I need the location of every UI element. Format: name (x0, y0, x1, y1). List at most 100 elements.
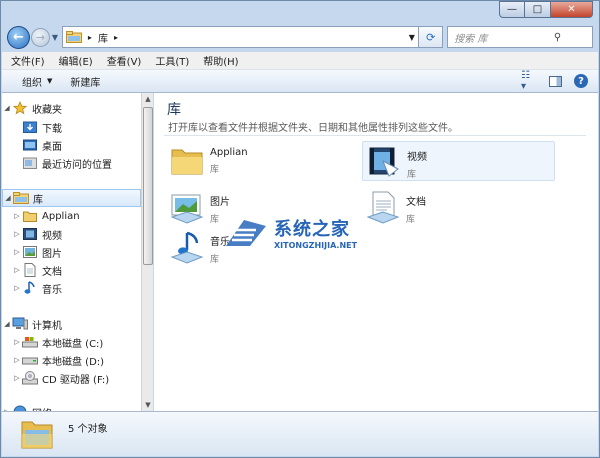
expand-arrow-icon[interactable]: ◢ (2, 104, 12, 112)
tree-item-drive-c[interactable]: ▷ 本地磁盘 (C:) (2, 333, 141, 351)
back-button[interactable]: ← (7, 25, 30, 49)
scroll-down-icon[interactable]: ▼ (142, 399, 154, 411)
tree-label: 收藏夹 (32, 104, 62, 116)
search-input[interactable]: 搜索 库 (454, 30, 523, 45)
tree-computer[interactable]: ◢ 计算机 (2, 315, 141, 333)
folder-icon (22, 209, 38, 223)
tree-network[interactable]: ▷ 网络 (2, 403, 141, 411)
minimize-button[interactable]: — (499, 1, 525, 18)
address-bar[interactable]: ▸ 库 ▸ ▼ (61, 26, 420, 48)
organize-button[interactable]: 组织 ▼ (22, 74, 52, 89)
system-drive-icon (22, 335, 38, 349)
library-type: 库 (406, 215, 416, 225)
tree-libraries[interactable]: ◢ 库 (2, 189, 141, 207)
maximize-button[interactable]: □ (525, 1, 551, 18)
tree-item-applian[interactable]: ▷ Applian (2, 207, 141, 225)
collapsed-arrow-icon[interactable]: ▷ (12, 356, 22, 364)
tree-label: 下载 (42, 123, 62, 135)
change-view-icon[interactable]: ☷ ▾ (521, 70, 537, 92)
collapsed-arrow-icon[interactable]: ▷ (12, 266, 22, 274)
computer-icon (12, 317, 28, 331)
tree-label: 本地磁盘 (C:) (42, 338, 104, 350)
caption-buttons: — □ ✕ (499, 1, 593, 18)
watermark: 系统之家 XITONGZHIJIA.NET (222, 215, 357, 250)
tree-item-drive-d[interactable]: ▷ 本地磁盘 (D:) (2, 351, 141, 369)
scrollbar-thumb[interactable] (143, 107, 153, 265)
item-count: 5 个对象 (68, 424, 108, 435)
collapsed-arrow-icon[interactable]: ▷ (12, 230, 22, 238)
tree-item-drive-f[interactable]: ▷ CD 驱动器 (F:) (2, 369, 141, 387)
tree-label: 本地磁盘 (D:) (42, 356, 105, 368)
hard-drive-icon (22, 353, 38, 367)
scroll-up-icon[interactable]: ▲ (142, 93, 154, 105)
command-bar: 组织 ▼ 新建库 ☷ ▾ ? (2, 70, 598, 93)
chevron-down-icon: ▼ (47, 77, 53, 85)
menu-help[interactable]: 帮助(H) (203, 53, 238, 68)
desktop-icon (22, 138, 38, 152)
library-type: 库 (210, 165, 220, 175)
picture-library-icon (170, 194, 204, 224)
menu-view[interactable]: 查看(V) (107, 53, 142, 68)
tree-item-pictures[interactable]: ▷ 图片 (2, 243, 141, 261)
music-icon (22, 281, 38, 295)
collapsed-arrow-icon[interactable]: ▷ (12, 248, 22, 256)
breadcrumb-library[interactable]: 库 (98, 30, 108, 45)
watermark-logo-icon (226, 219, 266, 246)
close-button[interactable]: ✕ (551, 1, 593, 18)
new-library-label: 新建库 (70, 77, 101, 89)
organize-label: 组织 (22, 77, 42, 89)
collapsed-arrow-icon[interactable]: ▷ (12, 212, 22, 220)
breadcrumb-separator[interactable]: ▸ (88, 33, 92, 42)
search-box[interactable]: 搜索 库 ⚲ (447, 26, 593, 48)
breadcrumb-separator[interactable]: ▸ (114, 33, 118, 42)
library-name: 文档 (406, 197, 426, 208)
navigation-scrollbar[interactable]: ▲ ▼ (141, 93, 153, 411)
library-item-documents[interactable]: 文档 库 (362, 187, 552, 227)
library-folder-icon (21, 421, 53, 449)
expand-arrow-icon[interactable]: ◢ (3, 194, 13, 202)
recent-pages-dropdown[interactable]: ▼ (50, 33, 60, 42)
page-title: 库 (167, 102, 181, 118)
watermark-url: XITONGZHIJIA.NET (274, 241, 358, 250)
tree-label: 最近访问的位置 (42, 159, 112, 171)
library-name: Applian (210, 147, 248, 158)
tree-label: 视频 (42, 230, 62, 242)
preview-pane-icon[interactable] (549, 75, 562, 87)
recent-places-icon (22, 156, 38, 170)
help-icon[interactable]: ? (574, 74, 588, 88)
forward-button[interactable]: → (30, 27, 50, 47)
library-type: 库 (210, 255, 220, 265)
tree-item-music[interactable]: ▷ 音乐 (2, 279, 141, 297)
library-item-applian[interactable]: Applian 库 (166, 141, 356, 181)
tree-item-documents[interactable]: ▷ 文档 (2, 261, 141, 279)
tree-item-desktop[interactable]: 桌面 (2, 136, 141, 154)
tree-item-downloads[interactable]: 下载 (2, 118, 141, 136)
library-folder-icon (65, 31, 82, 43)
music-library-icon (170, 231, 204, 264)
menu-file[interactable]: 文件(F) (11, 53, 45, 68)
library-item-videos[interactable]: 视频 库 (362, 141, 555, 181)
tree-label: Applian (42, 210, 80, 222)
expand-arrow-icon[interactable]: ◢ (2, 320, 12, 328)
collapsed-arrow-icon[interactable]: ▷ (12, 284, 22, 292)
search-icon[interactable]: ⚲ (523, 32, 592, 43)
navigation-bar: ← → ▼ ▸ 库 ▸ ▼ ⟳ 搜索 库 ⚲ (7, 24, 593, 50)
address-dropdown-icon[interactable]: ▼ (404, 32, 418, 42)
tree-label: 图片 (42, 248, 62, 260)
menu-tools[interactable]: 工具(T) (155, 53, 189, 68)
menu-edit[interactable]: 编辑(E) (59, 53, 93, 68)
collapsed-arrow-icon[interactable]: ▷ (12, 374, 22, 382)
tree-favorites[interactable]: ◢ 收藏夹 (2, 99, 141, 117)
tree-item-recent-places[interactable]: 最近访问的位置 (2, 154, 141, 172)
tree-label: CD 驱动器 (F:) (42, 374, 110, 386)
refresh-button[interactable]: ⟳ (419, 26, 444, 48)
library-name: 视频 (407, 152, 427, 163)
collapsed-arrow-icon[interactable]: ▷ (12, 338, 22, 346)
tree-item-videos[interactable]: ▷ 视频 (2, 225, 141, 243)
tree-label: 计算机 (32, 320, 62, 332)
star-icon (12, 101, 28, 115)
library-description: 打开库以查看文件并根据文件夹、日期和其他属性排列这些文件。 (168, 123, 458, 134)
new-library-button[interactable]: 新建库 (70, 74, 100, 89)
video-library-icon (369, 147, 399, 177)
tree-label: 文档 (42, 266, 62, 278)
